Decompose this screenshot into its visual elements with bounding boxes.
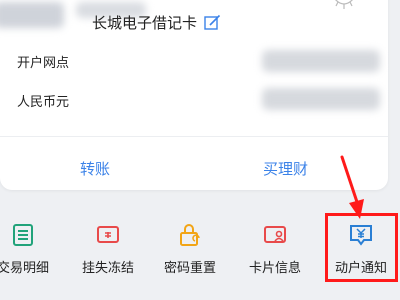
menu-label-transaction-details: 交易明细 [0, 261, 49, 276]
open-branch-label: 开户网点 [17, 56, 70, 71]
card-divider [0, 136, 388, 137]
account-card: 长城电子借记卡 开户网点 人民币元 转账 买理财 [0, 0, 388, 190]
card-name: 长城电子借记卡 [92, 14, 198, 32]
lock-reset-icon [180, 224, 200, 246]
card-info-icon [264, 226, 286, 243]
pointer-arrow-icon [340, 155, 364, 219]
highlight-box [325, 213, 398, 282]
card-freeze-icon [97, 226, 119, 243]
menu-item-card-info[interactable]: 卡片信息 [240, 222, 310, 276]
open-branch-value-blurred [262, 50, 380, 72]
menu-label-card-info: 卡片信息 [248, 261, 301, 276]
menu-label-password-reset: 密码重置 [163, 261, 216, 276]
card-name-row: 长城电子借记卡 [92, 12, 221, 33]
currency-label: 人民币元 [17, 95, 70, 110]
transfer-button[interactable]: 转账 [80, 158, 110, 179]
menu-label-report-loss: 挂失冻结 [81, 261, 134, 276]
menu-item-password-reset[interactable]: 密码重置 [155, 222, 225, 276]
balance-value-blurred [262, 88, 380, 110]
menu-item-report-loss[interactable]: 挂失冻结 [73, 222, 143, 276]
edit-icon[interactable] [203, 14, 221, 32]
account-avatar-blurred [0, 2, 64, 28]
menu-item-transaction-details[interactable]: 交易明细 [0, 222, 58, 276]
eye-toggle-icon[interactable] [332, 0, 356, 10]
transaction-list-icon [13, 224, 33, 246]
buy-wealth-button[interactable]: 买理财 [263, 158, 308, 179]
